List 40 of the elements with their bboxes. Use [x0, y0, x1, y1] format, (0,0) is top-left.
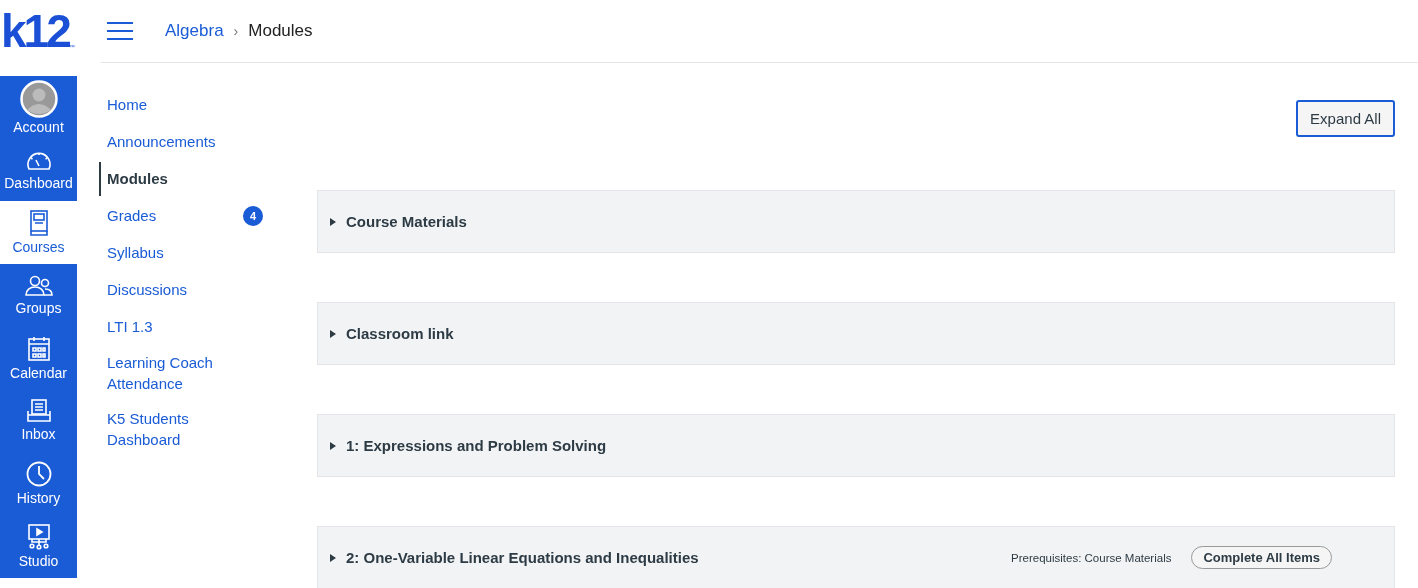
complete-all-items-button[interactable]: Complete All Items: [1191, 546, 1332, 569]
global-nav-item[interactable]: Groups: [0, 264, 77, 327]
module-title: Classroom link: [346, 325, 455, 342]
module-header[interactable]: 1: Expressions and Problem Solving: [317, 414, 1395, 477]
count-badge: 4: [243, 206, 263, 226]
menu-icon[interactable]: [107, 22, 133, 40]
course-nav-link[interactable]: Discussions: [99, 279, 188, 301]
module-header[interactable]: Classroom link: [317, 302, 1395, 365]
course-nav-link[interactable]: Grades: [99, 205, 157, 227]
course-nav-link[interactable]: Home: [99, 94, 147, 116]
global-nav-item[interactable]: Dashboard: [0, 138, 77, 202]
module-title: 2: One-Variable Linear Equations and Inequalities: [346, 549, 700, 566]
global-nav-item[interactable]: Calendar: [0, 326, 77, 390]
breadcrumb-current: Modules: [248, 21, 313, 41]
breadcrumb-separator: ›: [233, 23, 239, 39]
course-nav-link[interactable]: Modules: [99, 162, 168, 196]
module-header[interactable]: Course Materials: [317, 190, 1395, 253]
people-icon: [24, 274, 53, 297]
global-nav-item[interactable]: Studio: [0, 514, 77, 578]
course-nav-link[interactable]: K5 Students Dashboard: [99, 409, 239, 450]
video-screen-icon: [25, 523, 52, 550]
expand-all-button[interactable]: Expand All: [1296, 100, 1395, 137]
logo[interactable]: k12: [1, 8, 69, 54]
global-nav-item[interactable]: History: [0, 452, 77, 515]
prerequisites-text: Prerequisites: Course Materials: [1011, 551, 1172, 564]
module-title: 1: Expressions and Problem Solving: [346, 437, 608, 454]
global-nav-item[interactable]: Account: [0, 76, 77, 139]
course-nav-link[interactable]: Syllabus: [99, 242, 164, 264]
inbox-icon: [25, 399, 52, 424]
course-nav-link[interactable]: Announcements: [99, 131, 216, 153]
book-icon: [27, 210, 50, 237]
global-nav-item[interactable]: Inbox: [0, 389, 77, 453]
clock-icon: [25, 460, 52, 487]
avatar-icon: [19, 79, 58, 118]
module-title: Course Materials: [346, 213, 468, 230]
module-header[interactable]: 2: One-Variable Linear Equations and Inequalities Prerequisites: Course Materials Complete All Items: [317, 526, 1395, 588]
calendar-icon: [26, 335, 51, 362]
course-nav-link[interactable]: Learning Coach Attendance: [99, 353, 239, 394]
course-nav-link[interactable]: LTI 1.3: [99, 316, 153, 338]
breadcrumb-link[interactable]: Algebra: [165, 21, 224, 41]
